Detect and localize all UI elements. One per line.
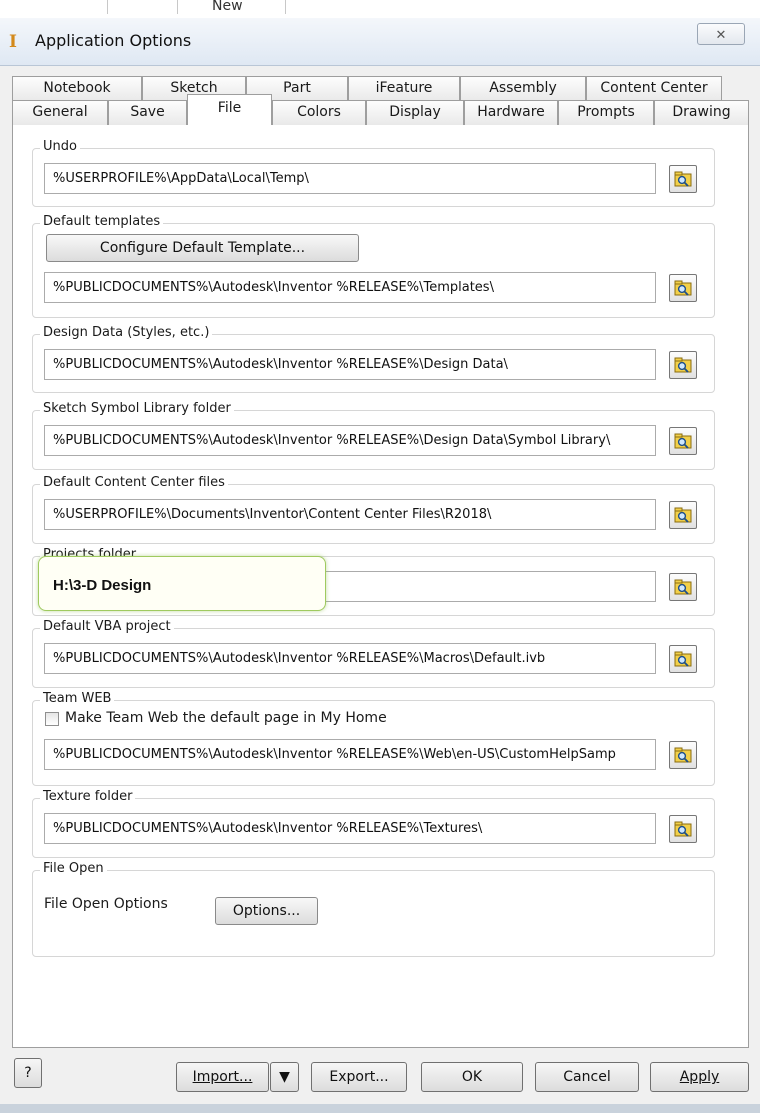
tab-prompts[interactable]: Prompts (558, 100, 654, 125)
file-open-options-button[interactable]: Options... (215, 897, 318, 925)
apply-label: Apply (679, 1069, 720, 1085)
group-sketch-symbol-library: Sketch Symbol Library folder (32, 401, 715, 470)
browse-texture-button[interactable] (669, 815, 697, 843)
tab-ifeature[interactable]: iFeature (348, 76, 460, 101)
import-button[interactable]: Import... (176, 1062, 269, 1092)
help-button[interactable]: ? (14, 1058, 42, 1088)
import-dropdown-button[interactable]: ▼ (270, 1062, 299, 1092)
tab-label: Part (283, 80, 311, 96)
title-bar: I Application Options ✕ (0, 18, 760, 66)
tab-label: Colors (297, 104, 341, 120)
team-web-checkbox-label: Make Team Web the default page in My Hom… (65, 710, 387, 726)
close-button[interactable]: ✕ (697, 23, 745, 45)
browse-projects-button[interactable] (669, 573, 697, 601)
group-file-open: File Open File Open Options Options... (32, 861, 715, 957)
projects-folder-callout: H:\3-D Design (38, 556, 326, 611)
tab-label: Hardware (477, 104, 545, 120)
file-open-options-label: File Open Options (44, 896, 168, 912)
tab-general[interactable]: General (12, 100, 108, 125)
group-label-templates: Default templates (40, 214, 164, 230)
tab-label: Notebook (43, 80, 111, 96)
tab-hardware[interactable]: Hardware (464, 100, 558, 125)
folder-browse-icon (674, 651, 692, 667)
apply-button[interactable]: Apply (650, 1062, 749, 1092)
browse-symbol-library-button[interactable] (669, 427, 697, 455)
tab-label: Assembly (489, 80, 557, 96)
tab-notebook[interactable]: Notebook (12, 76, 142, 101)
symbol-library-path-field[interactable] (44, 425, 656, 456)
group-label-file-open: File Open (40, 861, 107, 877)
folder-browse-icon (674, 433, 692, 449)
templates-path-field[interactable] (44, 272, 656, 303)
background-tab-separator (108, 0, 178, 14)
group-content-center-files: Default Content Center files (32, 475, 715, 544)
folder-browse-icon (674, 579, 692, 595)
folder-browse-icon (674, 171, 692, 187)
inventor-app-icon: I (9, 32, 17, 52)
tab-drawing[interactable]: Drawing (654, 100, 749, 125)
callout-text: H:\3-D Design (53, 577, 152, 594)
group-label-vba: Default VBA project (40, 619, 174, 635)
tab-display[interactable]: Display (366, 100, 464, 125)
browse-content-center-button[interactable] (669, 501, 697, 529)
browse-templates-button[interactable] (669, 274, 697, 302)
group-label-symbol-library: Sketch Symbol Library folder (40, 401, 234, 417)
browse-vba-button[interactable] (669, 645, 697, 673)
tab-colors[interactable]: Colors (272, 100, 366, 125)
tab-label: iFeature (375, 80, 433, 96)
tab-assembly[interactable]: Assembly (460, 76, 586, 101)
export-label: Export... (329, 1069, 389, 1085)
group-label-undo: Undo (40, 139, 80, 155)
cancel-button[interactable]: Cancel (535, 1062, 639, 1092)
group-label-design-data: Design Data (Styles, etc.) (40, 325, 213, 341)
background-tab-separator (178, 0, 286, 14)
group-texture-folder: Texture folder (32, 789, 715, 858)
configure-default-template-button[interactable]: Configure Default Template... (46, 234, 359, 262)
undo-path-field[interactable] (44, 163, 656, 194)
help-icon: ? (24, 1065, 32, 1081)
dialog-title: Application Options (35, 31, 192, 50)
export-button[interactable]: Export... (311, 1062, 407, 1092)
tab-content-center[interactable]: Content Center (586, 76, 722, 101)
import-label: Import... (192, 1069, 253, 1085)
tab-label: Drawing (672, 104, 731, 120)
texture-path-field[interactable] (44, 813, 656, 844)
team-web-path-field[interactable] (44, 739, 656, 770)
group-label-texture: Texture folder (40, 789, 136, 805)
background-tab-separator (0, 0, 108, 14)
folder-browse-icon (674, 280, 692, 296)
close-icon: ✕ (715, 27, 727, 42)
tab-label: General (32, 104, 88, 120)
tab-label: Prompts (577, 104, 635, 120)
group-design-data: Design Data (Styles, etc.) (32, 325, 715, 393)
browse-team-web-button[interactable] (669, 741, 697, 769)
team-web-default-checkbox[interactable] (45, 712, 59, 726)
folder-browse-icon (674, 821, 692, 837)
folder-browse-icon (674, 507, 692, 523)
group-default-templates: Default templates Configure Default Temp… (32, 214, 715, 318)
tab-label: File (217, 100, 242, 116)
window-bottom-edge (0, 1104, 760, 1113)
ok-button[interactable]: OK (421, 1062, 523, 1092)
group-undo: Undo (32, 139, 715, 207)
folder-browse-icon (674, 747, 692, 763)
browse-undo-button[interactable] (669, 165, 697, 193)
browse-design-data-button[interactable] (669, 351, 697, 379)
design-data-path-field[interactable] (44, 349, 656, 380)
tab-file[interactable]: File (187, 94, 272, 125)
group-label-team-web: Team WEB (40, 691, 115, 707)
tab-label: Save (130, 104, 165, 120)
tab-save[interactable]: Save (108, 100, 187, 125)
dropdown-arrow-icon: ▼ (279, 1069, 290, 1085)
content-center-path-field[interactable] (44, 499, 656, 530)
group-vba-project: Default VBA project (32, 619, 715, 688)
vba-path-field[interactable] (44, 643, 656, 674)
folder-browse-icon (674, 357, 692, 373)
tab-label: Content Center (600, 80, 708, 96)
tab-label: Display (389, 104, 441, 120)
group-team-web: Team WEB Make Team Web the default page … (32, 691, 715, 786)
group-label-content-center: Default Content Center files (40, 475, 228, 491)
